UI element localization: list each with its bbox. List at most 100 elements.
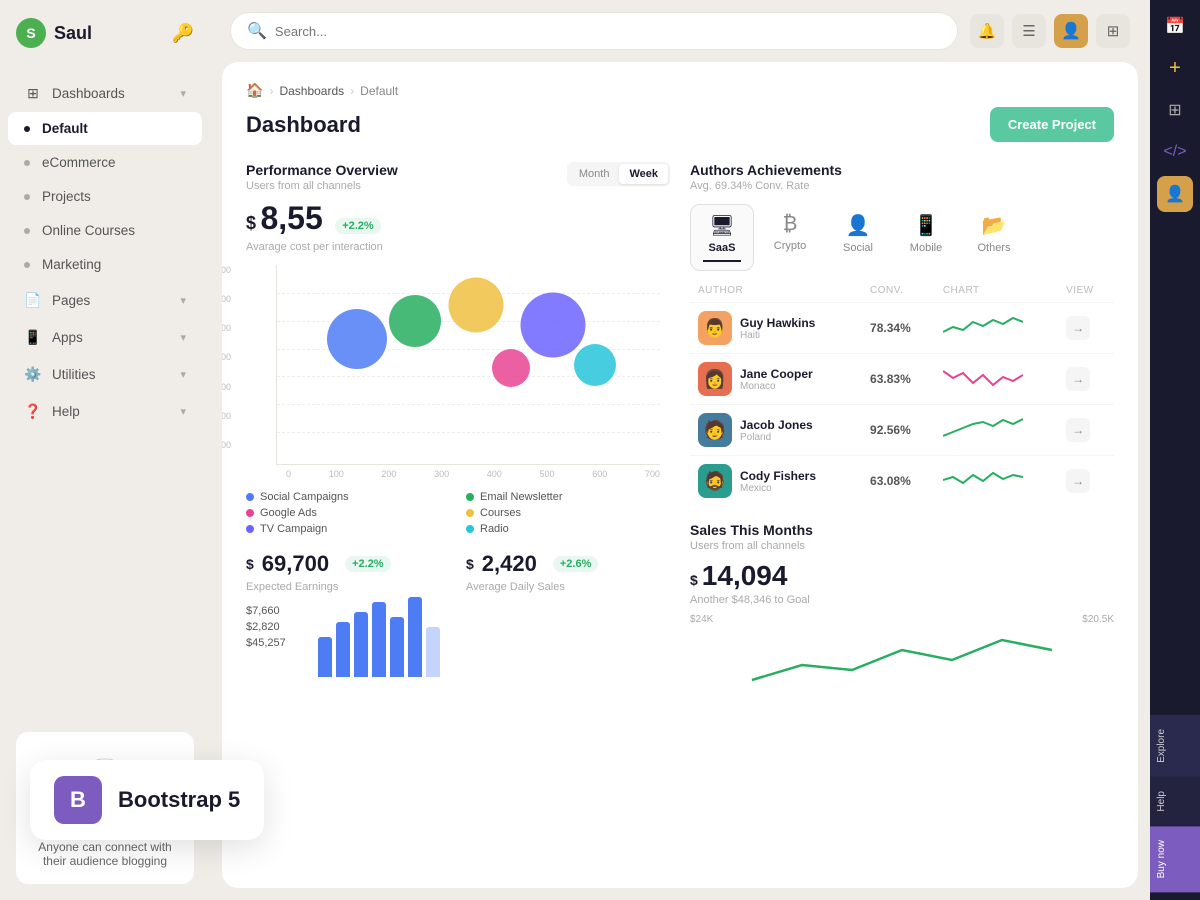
bar-4	[372, 602, 386, 677]
authors-title: Authors Achievements	[690, 162, 1114, 178]
tab-mobile[interactable]: 📱 Mobile	[894, 204, 958, 271]
explore-tab[interactable]: Explore	[1150, 715, 1200, 777]
sidebar-nav: ⊞ Dashboards ▾ Default eCommerce Project…	[0, 66, 210, 716]
bar-section: $7,660 $2,820 $45,257	[246, 605, 670, 685]
welcome-subtitle: Anyone can connect with their audience b…	[28, 840, 182, 868]
crypto-icon: ₿	[783, 213, 798, 236]
view-btn-2[interactable]: →	[1066, 367, 1090, 391]
user-avatar[interactable]: 👤	[1054, 14, 1088, 48]
performance-card: Performance Overview Users from all chan…	[246, 162, 670, 690]
pages-icon: 📄	[24, 291, 42, 309]
sidebar-label-dashboards: Dashboards	[52, 86, 125, 101]
legend-google: Google Ads	[246, 507, 450, 519]
view-btn-1[interactable]: →	[1066, 316, 1090, 340]
legend-dot-social	[246, 493, 254, 501]
toggle-week-button[interactable]: Week	[619, 164, 668, 184]
table-row: 🧑 Jacob Jones Poland 92.56%	[690, 405, 1114, 456]
help-tab[interactable]: Help	[1150, 777, 1200, 826]
tab-saas[interactable]: 🖥 SaaS	[690, 204, 754, 271]
apps-icon: 📱	[24, 328, 42, 346]
legend-dot-email	[466, 493, 474, 501]
bar-6	[408, 597, 422, 677]
key-icon: 🔑	[172, 23, 194, 44]
daily-value: 2,420	[482, 551, 537, 577]
side-values: $7,660 $2,820 $45,257	[246, 605, 306, 685]
view-btn-3[interactable]: →	[1066, 418, 1090, 442]
big-number: 8,55	[260, 200, 322, 236]
sidebar-item-ecommerce[interactable]: eCommerce	[8, 146, 202, 179]
y-axis-labels: 700 600 500 400 300 200 100 0	[222, 265, 231, 479]
sidebar-item-default[interactable]: Default	[8, 112, 202, 145]
author-info-3: 🧑 Jacob Jones Poland	[698, 413, 854, 447]
sales-goal: Another $48,346 to Goal	[690, 594, 1114, 606]
view-btn-4[interactable]: →	[1066, 469, 1090, 493]
bar-3	[354, 612, 368, 677]
grid-icon[interactable]: ⊞	[1096, 14, 1130, 48]
sales-subtitle: Users from all channels	[690, 540, 1114, 552]
sidebar-item-dashboards[interactable]: ⊞ Dashboards ▾	[8, 75, 202, 111]
rs-grid-icon[interactable]: ⊞	[1157, 92, 1193, 128]
sidebar-item-help[interactable]: ❓ Help ▾	[8, 393, 202, 429]
tab-others[interactable]: 📂 Others	[962, 204, 1026, 271]
tab-crypto[interactable]: ₿ Crypto	[758, 204, 822, 271]
dashboard-grid: Performance Overview Users from all chan…	[246, 162, 1114, 690]
vertical-tabs: Explore Help Buy now	[1150, 715, 1200, 892]
earnings-label: Expected Earnings	[246, 581, 450, 593]
tab-social[interactable]: 👤 Social	[826, 204, 890, 271]
sidebar-item-pages[interactable]: 📄 Pages ▾	[8, 282, 202, 318]
toggle-month-button[interactable]: Month	[569, 164, 620, 184]
bubble-courses	[449, 277, 504, 332]
daily-label: Average Daily Sales	[466, 581, 670, 593]
breadcrumb-dashboards[interactable]: Dashboards	[279, 84, 344, 98]
sales-title: Sales This Months	[690, 522, 1114, 538]
rs-avatar[interactable]: 👤	[1157, 176, 1193, 212]
sales-section: Sales This Months Users from all channel…	[690, 522, 1114, 690]
sidebar-label-help: Help	[52, 404, 80, 419]
search-box[interactable]: 🔍	[230, 12, 958, 50]
sidebar-item-projects[interactable]: Projects	[8, 180, 202, 213]
currency-daily: $	[466, 556, 474, 572]
app-name: Saul	[54, 23, 92, 44]
col-author: AUTHOR	[690, 279, 862, 303]
rs-plus-icon[interactable]: +	[1157, 50, 1193, 86]
author-info-1: 👨 Guy Hawkins Haiti	[698, 311, 854, 345]
avatar-cody: 🧔	[698, 464, 732, 498]
rs-code-icon[interactable]: </>	[1157, 134, 1193, 170]
chevron-icon: ▾	[180, 87, 186, 100]
topbar: 🔍 🔔 ☰ 👤 ⊞	[210, 0, 1150, 62]
bubble-social	[327, 309, 387, 369]
breadcrumb-current: Default	[360, 84, 398, 98]
sidebar-item-utilities[interactable]: ⚙️ Utilities ▾	[8, 356, 202, 392]
rs-calendar-icon[interactable]: 📅	[1157, 8, 1193, 44]
author-info-2: 👩 Jane Cooper Monaco	[698, 362, 854, 396]
bubble-google	[492, 349, 530, 387]
others-icon: 📂	[982, 213, 1007, 238]
daily-badge: +2.6%	[553, 556, 599, 572]
legend-dot-tv	[246, 525, 254, 533]
chevron-icon: ▾	[180, 368, 186, 381]
notifications-icon[interactable]: 🔔	[970, 14, 1004, 48]
active-dot	[24, 126, 30, 132]
bubble-tv	[520, 292, 585, 357]
dot-icon	[24, 160, 30, 166]
sidebar-label-default: Default	[42, 121, 88, 136]
mobile-icon: 📱	[914, 213, 939, 238]
page-area: 🏠 › Dashboards › Default Dashboard Creat…	[222, 62, 1138, 888]
buy-tab[interactable]: Buy now	[1150, 826, 1200, 892]
search-input[interactable]	[275, 24, 941, 39]
sidebar-item-apps[interactable]: 📱 Apps ▾	[8, 319, 202, 355]
author-details-3: Jacob Jones Poland	[740, 418, 813, 443]
growth-badge: +2.2%	[335, 218, 381, 234]
settings-icon[interactable]: ☰	[1012, 14, 1046, 48]
chevron-icon: ▾	[180, 331, 186, 344]
sidebar-item-marketing[interactable]: Marketing	[8, 248, 202, 281]
toggle-group: Month Week	[567, 162, 670, 186]
sidebar-item-online-courses[interactable]: Online Courses	[8, 214, 202, 247]
home-icon: 🏠	[246, 82, 263, 99]
sidebar-label-projects: Projects	[42, 189, 91, 204]
author-details-2: Jane Cooper Monaco	[740, 367, 813, 392]
bar-5	[390, 617, 404, 677]
sales-chart	[690, 625, 1114, 685]
create-project-button[interactable]: Create Project	[990, 107, 1114, 142]
sidebar-label-apps: Apps	[52, 330, 83, 345]
